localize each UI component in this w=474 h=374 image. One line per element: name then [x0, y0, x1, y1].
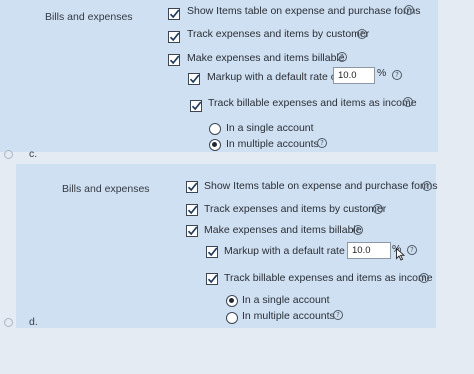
- single-account-label: In a single account: [242, 294, 330, 306]
- make-billable-label: Make expenses and items billable: [187, 52, 345, 64]
- track-billable-label: Track billable expenses and items as inc…: [208, 97, 417, 109]
- mouse-pointer-icon: [396, 248, 405, 261]
- info-circle-icon[interactable]: ?: [407, 245, 417, 255]
- section-label: Bills and expenses: [62, 183, 150, 195]
- answer-panel-c: Bills and expenses Show Items table on e…: [0, 0, 438, 152]
- info-circle-icon[interactable]: ?: [353, 225, 363, 235]
- track-billable-label: Track billable expenses and items as inc…: [224, 272, 433, 284]
- checkmark-icon: [207, 247, 218, 257]
- percent-sign: %: [377, 67, 387, 79]
- make-billable-label: Make expenses and items billable: [204, 224, 362, 236]
- info-circle-icon[interactable]: ?: [373, 204, 383, 214]
- make-billable-checkbox[interactable]: [186, 225, 198, 237]
- checkmark-icon: [207, 274, 218, 284]
- answer-c-radio[interactable]: [4, 150, 13, 159]
- checkmark-icon: [169, 9, 180, 19]
- info-circle-icon[interactable]: ?: [337, 52, 347, 62]
- track-expenses-checkbox[interactable]: [186, 204, 198, 216]
- answer-d-radio[interactable]: [4, 318, 13, 327]
- multiple-accounts-radio[interactable]: [226, 312, 238, 324]
- track-billable-checkbox[interactable]: [190, 100, 202, 112]
- checkmark-icon: [187, 205, 198, 215]
- checkmark-icon: [187, 226, 198, 236]
- track-expenses-checkbox[interactable]: [168, 31, 180, 43]
- multiple-accounts-radio[interactable]: [209, 139, 221, 151]
- show-items-table-checkbox[interactable]: [168, 8, 180, 20]
- track-billable-checkbox[interactable]: [206, 273, 218, 285]
- info-circle-icon[interactable]: ?: [404, 5, 414, 15]
- info-circle-icon[interactable]: ?: [333, 310, 343, 320]
- answer-c-letter: c.: [29, 148, 38, 160]
- info-circle-icon[interactable]: ?: [403, 97, 413, 107]
- checkmark-icon: [189, 74, 200, 84]
- info-circle-icon[interactable]: ?: [419, 273, 429, 283]
- section-label: Bills and expenses: [45, 11, 133, 23]
- checkmark-icon: [169, 55, 180, 65]
- info-circle-icon[interactable]: ?: [317, 138, 327, 148]
- answer-d-letter: d.: [29, 316, 38, 328]
- markup-label: Markup with a default rate of: [224, 245, 357, 257]
- info-circle-icon[interactable]: ?: [357, 29, 367, 39]
- show-items-table-label: Show Items table on expense and purchase…: [187, 5, 421, 17]
- checkmark-icon: [169, 32, 180, 42]
- track-expenses-label: Track expenses and items by customer: [204, 203, 387, 215]
- multiple-accounts-label: In multiple accounts: [242, 310, 335, 322]
- checkmark-icon: [187, 182, 198, 192]
- markup-rate-input[interactable]: 10.0: [347, 242, 391, 259]
- single-account-radio[interactable]: [226, 295, 238, 307]
- markup-checkbox[interactable]: [188, 73, 200, 85]
- make-billable-checkbox[interactable]: [168, 54, 180, 66]
- single-account-radio[interactable]: [209, 123, 221, 135]
- show-items-table-label: Show Items table on expense and purchase…: [204, 180, 438, 192]
- show-items-table-checkbox[interactable]: [186, 181, 198, 193]
- track-expenses-label: Track expenses and items by customer: [187, 28, 370, 40]
- answer-panel-d: Bills and expenses Show Items table on e…: [16, 164, 438, 328]
- markup-checkbox[interactable]: [206, 246, 218, 258]
- info-circle-icon[interactable]: ?: [392, 70, 402, 80]
- checkmark-icon: [191, 101, 202, 111]
- multiple-accounts-label: In multiple accounts: [226, 138, 319, 150]
- markup-label: Markup with a default rate of: [207, 71, 340, 83]
- info-circle-icon[interactable]: ?: [422, 181, 432, 191]
- single-account-label: In a single account: [226, 122, 314, 134]
- markup-rate-input[interactable]: 10.0: [333, 67, 375, 84]
